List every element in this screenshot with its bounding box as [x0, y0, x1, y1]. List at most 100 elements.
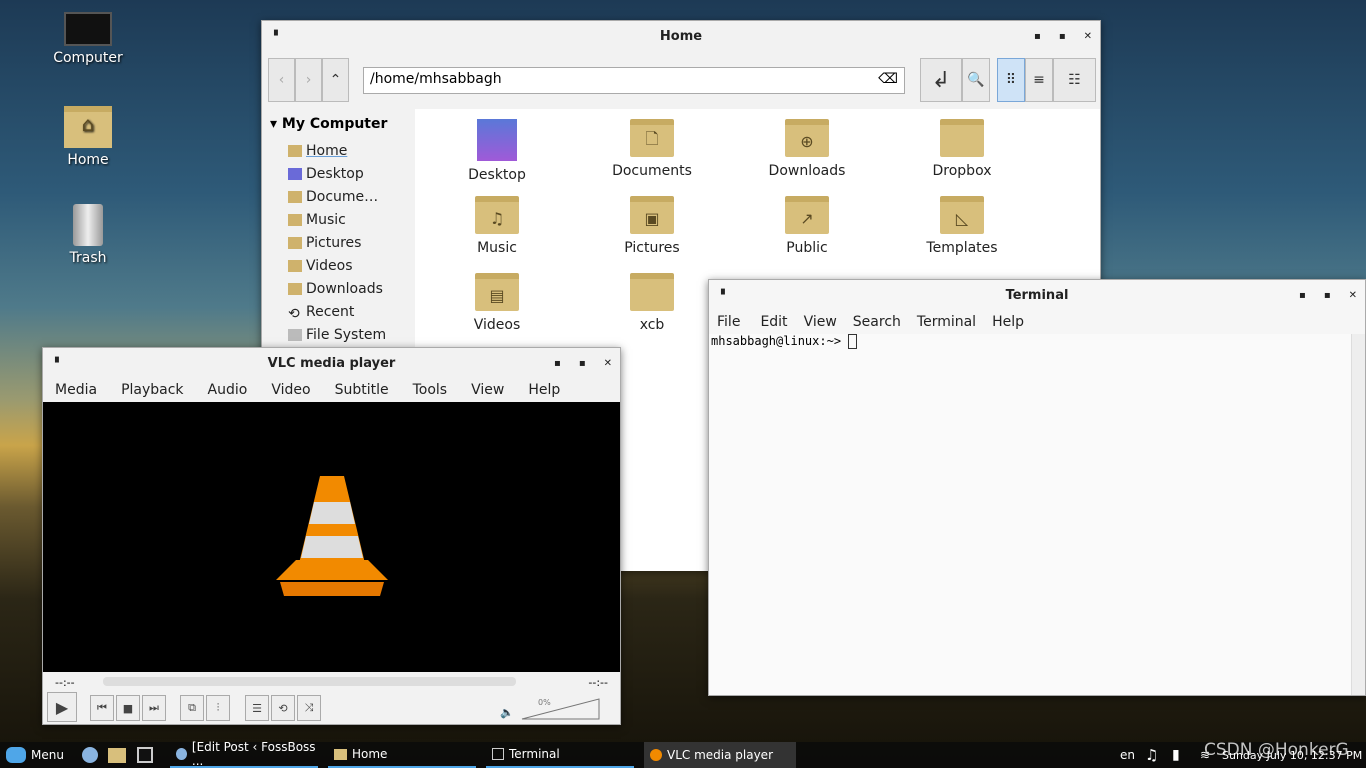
file-item[interactable]: 🗋 Documents — [582, 119, 722, 179]
file-item[interactable]: ◺ Templates — [892, 196, 1032, 256]
sidebar-item-music[interactable]: Music — [264, 208, 412, 231]
task-browser[interactable]: [Edit Post ‹ FossBoss ... — [170, 740, 318, 768]
launcher-browser[interactable] — [82, 742, 98, 768]
previous-button[interactable]: ⏮ — [90, 695, 114, 721]
terminal-icon — [492, 748, 504, 760]
forward-button[interactable]: › — [295, 58, 322, 102]
next-button[interactable]: ⏭ — [142, 695, 166, 721]
back-button[interactable]: ‹ — [268, 58, 295, 102]
sidebar-header[interactable]: ▾ My Computer — [264, 109, 412, 139]
file-item[interactable]: Dropbox — [892, 119, 1032, 179]
task-terminal[interactable]: Terminal — [486, 742, 634, 768]
desktop-icon-home[interactable]: ⌂ Home — [43, 106, 133, 168]
loop-button[interactable]: ⟲ — [271, 695, 295, 721]
sidebar-item-home[interactable]: Home — [264, 139, 412, 162]
file-item[interactable]: ♫ Music — [427, 196, 567, 256]
minimize-button[interactable]: ▪ — [554, 358, 561, 369]
volume-icon[interactable]: 🔈 — [500, 706, 514, 719]
close-button[interactable]: ✕ — [604, 358, 612, 369]
desktop-icon-trash[interactable]: Trash — [43, 204, 133, 266]
sidebar-item-downloads[interactable]: Downloads — [264, 277, 412, 300]
file-item[interactable]: xcb — [582, 273, 722, 333]
maximize-button[interactable]: ▪ — [1059, 31, 1066, 42]
menu-video[interactable]: Video — [259, 382, 322, 398]
search-button[interactable]: 🔍 — [962, 58, 990, 102]
shuffle-button[interactable]: ⤨ — [297, 695, 321, 721]
menu-subtitle[interactable]: Subtitle — [323, 382, 401, 398]
minimize-button[interactable]: ▪ — [1299, 290, 1306, 301]
sidebar-item-pictures[interactable]: Pictures — [264, 231, 412, 254]
menu-tools[interactable]: Tools — [401, 382, 460, 398]
sidebar-item-documents[interactable]: Docume… — [264, 185, 412, 208]
icon-view-button[interactable]: ⠿ — [997, 58, 1025, 102]
menu-terminal[interactable]: Terminal — [909, 314, 984, 330]
seek-bar[interactable] — [103, 677, 516, 686]
vlc-window: ▘ VLC media player ▪ ▪ ✕ Media Playback Audio V… — [42, 347, 621, 725]
file-item[interactable]: ↗ Public — [737, 196, 877, 256]
browser-icon — [82, 747, 98, 763]
menu-playback[interactable]: Playback — [109, 382, 195, 398]
file-item[interactable]: ⊕ Downloads — [737, 119, 877, 179]
scrollbar[interactable] — [1351, 334, 1365, 695]
location-bar[interactable]: /home/mhsabbagh ⌫ — [363, 67, 905, 94]
drive-icon — [288, 328, 302, 341]
keyboard-layout[interactable]: en — [1120, 742, 1135, 768]
folder-icon — [334, 748, 347, 760]
toggle-location-button[interactable]: ↲ — [920, 58, 962, 102]
documents-folder-icon: 🗋 — [630, 119, 674, 157]
remaining-time: --:-- — [588, 676, 608, 689]
file-item[interactable]: ▤ Videos — [427, 273, 567, 333]
extended-settings-button[interactable]: ⫶ — [206, 695, 230, 721]
folder-icon — [288, 282, 302, 295]
menu-help[interactable]: Help — [516, 382, 572, 398]
menu-view[interactable]: View — [796, 314, 845, 330]
menu-bar: File Edit View Search Terminal Help — [705, 310, 1365, 334]
window-menu-icon[interactable]: ▘ — [55, 358, 63, 369]
fullscreen-button[interactable]: ⧉ — [180, 695, 204, 721]
menu-view[interactable]: View — [459, 382, 516, 398]
file-item[interactable]: ▣ Pictures — [582, 196, 722, 256]
up-button[interactable]: ⌃ — [322, 58, 349, 102]
file-item[interactable]: Desktop — [427, 119, 567, 183]
menu-file[interactable]: File — [705, 314, 752, 330]
recent-icon: ⟲ — [288, 305, 300, 322]
sidebar-item-recent[interactable]: ⟲ Recent — [264, 300, 412, 323]
video-area[interactable] — [43, 402, 620, 672]
cursor — [848, 334, 858, 349]
menu-edit[interactable]: Edit — [752, 314, 795, 330]
maximize-button[interactable]: ▪ — [579, 358, 586, 369]
stop-button[interactable]: ■ — [116, 695, 140, 721]
launcher-files[interactable] — [108, 742, 126, 768]
volume-slider[interactable]: 0% — [520, 698, 600, 720]
sidebar-item-file-system[interactable]: File System — [264, 323, 412, 346]
window-menu-icon[interactable]: ▘ — [721, 290, 729, 301]
battery-icon[interactable]: ▮ — [1172, 742, 1180, 768]
close-button[interactable]: ✕ — [1084, 31, 1092, 42]
sidebar-item-videos[interactable]: Videos — [264, 254, 412, 277]
menu-search[interactable]: Search — [845, 314, 909, 330]
sidebar-item-desktop[interactable]: Desktop — [264, 162, 412, 185]
playlist-button[interactable]: ☰ — [245, 695, 269, 721]
play-button[interactable]: ▶ — [47, 692, 77, 722]
desktop-icon-computer[interactable]: Computer — [43, 12, 133, 66]
compact-view-button[interactable]: ☷ — [1053, 58, 1096, 102]
folder-icon — [940, 119, 984, 157]
menu-audio[interactable]: Audio — [196, 382, 260, 398]
elapsed-time: --:-- — [55, 676, 75, 689]
list-view-button[interactable]: ≡ — [1025, 58, 1053, 102]
menu-button[interactable]: Menu — [6, 742, 64, 768]
maximize-button[interactable]: ▪ — [1324, 290, 1331, 301]
clear-icon[interactable]: ⌫ — [878, 71, 898, 87]
trash-icon — [73, 204, 103, 246]
window-menu-icon[interactable]: ▘ — [274, 31, 282, 42]
menu-help[interactable]: Help — [984, 314, 1032, 330]
task-vlc[interactable]: VLC media player — [644, 742, 796, 768]
title-bar: ▘ VLC media player ▪ ▪ ✕ — [55, 355, 612, 371]
task-home[interactable]: Home — [328, 742, 476, 768]
menu-media[interactable]: Media — [43, 382, 109, 398]
minimize-button[interactable]: ▪ — [1034, 31, 1041, 42]
terminal-output[interactable]: mhsabbagh@linux:~> — [709, 334, 1351, 695]
launcher-terminal[interactable] — [137, 742, 153, 768]
music-icon[interactable]: ♫ — [1145, 742, 1158, 768]
close-button[interactable]: ✕ — [1349, 290, 1357, 301]
